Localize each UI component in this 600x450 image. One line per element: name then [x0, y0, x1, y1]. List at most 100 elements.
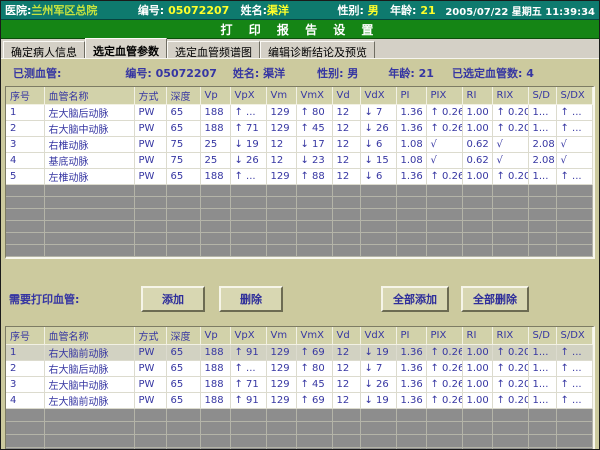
delete-button[interactable]: 删除: [219, 286, 283, 312]
table-cell: 188: [200, 105, 230, 121]
table-cell: 12: [332, 377, 360, 393]
measured-gender-value: 男: [347, 67, 358, 80]
datetime-display: 2005/07/22 星期五 11:39:34: [445, 3, 595, 18]
empty-cell: [134, 197, 166, 209]
table-cell: ↓ 15: [360, 153, 396, 169]
empty-table-row: [6, 233, 592, 245]
empty-cell: [492, 435, 528, 448]
table-row[interactable]: 5左椎动脉PW65188↑ ...129↑ 8812↓ 61.36↑ 0.261…: [6, 169, 592, 185]
empty-cell: [556, 209, 592, 221]
empty-cell: [266, 197, 296, 209]
empty-cell: [296, 422, 332, 435]
table-cell: ↓ 26: [230, 153, 266, 169]
add-all-button[interactable]: 全部添加: [381, 286, 449, 312]
table-cell: PW: [134, 393, 166, 409]
empty-cell: [556, 409, 592, 422]
empty-cell: [296, 435, 332, 448]
table-cell: ↓ 17: [296, 137, 332, 153]
column-header: S/D: [528, 87, 556, 105]
tab-vessel-spectrum[interactable]: 选定血管频谱图: [167, 41, 260, 58]
table-cell: 1.36: [396, 169, 426, 185]
tab-edit-diagnosis-preview[interactable]: 编辑诊断结论及预览: [260, 41, 375, 58]
table-cell: 129: [266, 345, 296, 361]
column-header: Vm: [266, 87, 296, 105]
table-cell: PW: [134, 105, 166, 121]
table-cell: 12: [332, 393, 360, 409]
table-row[interactable]: 4左大脑前动脉PW65188↑ 91129↑ 6912↓ 191.36↑ 0.2…: [6, 393, 592, 409]
empty-cell: [528, 233, 556, 245]
table-cell: 0.62: [462, 153, 492, 169]
empty-cell: [426, 221, 462, 233]
table-cell: 12: [266, 137, 296, 153]
titlebar: 医院: 兰州军区总院 编号: 05072207 姓名:渠洋 性别: 男 年龄: …: [1, 1, 599, 20]
empty-cell: [230, 185, 266, 197]
table-cell: ↑ ...: [230, 361, 266, 377]
empty-cell: [462, 185, 492, 197]
table-row[interactable]: 3左大脑中动脉PW65188↑ 71129↑ 4512↓ 261.36↑ 0.2…: [6, 377, 592, 393]
table-cell: 1...: [528, 169, 556, 185]
table-cell: ↑ 71: [230, 121, 266, 137]
add-button[interactable]: 添加: [141, 286, 205, 312]
table-cell: ↑ 0.20: [492, 105, 528, 121]
column-header: 深度: [166, 327, 200, 345]
empty-cell: [44, 185, 134, 197]
column-header: VpX: [230, 327, 266, 345]
table-cell: ↑ 0.26: [426, 169, 462, 185]
table-cell: √: [426, 153, 462, 169]
table-cell: 1...: [528, 393, 556, 409]
empty-cell: [6, 197, 44, 209]
empty-cell: [44, 233, 134, 245]
empty-cell: [492, 197, 528, 209]
column-header: VdX: [360, 327, 396, 345]
table-cell: 75: [166, 153, 200, 169]
table-header-row: 序号血管名称方式深度VpVpXVmVmXVdVdXPIPIXRIRIXS/DS/…: [6, 327, 592, 345]
tab-vessel-parameters[interactable]: 选定血管参数: [85, 38, 167, 58]
table-cell: 1...: [528, 361, 556, 377]
table-cell: ↑ 0.26: [426, 393, 462, 409]
table-cell: 1.36: [396, 345, 426, 361]
column-header: Vp: [200, 327, 230, 345]
empty-cell: [426, 233, 462, 245]
empty-cell: [492, 245, 528, 257]
table-row[interactable]: 2右大脑后动脉PW65188↑ ...129↑ 8012↓ 71.36↑ 0.2…: [6, 361, 592, 377]
empty-cell: [44, 422, 134, 435]
empty-cell: [426, 245, 462, 257]
table-cell: 188: [200, 169, 230, 185]
empty-cell: [396, 197, 426, 209]
empty-cell: [44, 197, 134, 209]
table-cell: 2: [6, 361, 44, 377]
column-header: S/D: [528, 327, 556, 345]
table-row[interactable]: 1右大脑前动脉PW65188↑ 91129↑ 6912↓ 191.36↑ 0.2…: [6, 345, 592, 361]
table-cell: 左大脑中动脉: [44, 377, 134, 393]
table-cell: ↓ 6: [360, 169, 396, 185]
empty-cell: [462, 422, 492, 435]
empty-cell: [332, 245, 360, 257]
empty-cell: [266, 209, 296, 221]
delete-all-button[interactable]: 全部删除: [461, 286, 529, 312]
empty-cell: [396, 209, 426, 221]
empty-cell: [492, 185, 528, 197]
table-cell: ↓ 19: [230, 137, 266, 153]
empty-cell: [426, 185, 462, 197]
empty-cell: [462, 245, 492, 257]
table-row[interactable]: 3右椎动脉PW7525↓ 1912↓ 1712↓ 61.08√0.62√2.08…: [6, 137, 592, 153]
table-cell: 1...: [528, 345, 556, 361]
table-row[interactable]: 1左大脑后动脉PW65188↑ ...129↑ 8012↓ 71.36↑ 0.2…: [6, 105, 592, 121]
table-cell: ↑ 0.26: [426, 121, 462, 137]
column-header: Vd: [332, 327, 360, 345]
column-header: PI: [396, 327, 426, 345]
table-header-row: 序号血管名称方式深度VpVpXVmVmXVdVdXPIPIXRIRIXS/DS/…: [6, 87, 592, 105]
column-header: PI: [396, 87, 426, 105]
empty-cell: [396, 185, 426, 197]
column-header: 血管名称: [44, 87, 134, 105]
tab-patient-info[interactable]: 确定病人信息: [3, 41, 85, 58]
table-cell: ↑ 0.20: [492, 377, 528, 393]
table-row[interactable]: 2右大脑中动脉PW65188↑ 71129↑ 4512↓ 261.36↑ 0.2…: [6, 121, 592, 137]
table-cell: 1.36: [396, 393, 426, 409]
empty-cell: [296, 221, 332, 233]
table-cell: 1.00: [462, 393, 492, 409]
table-cell: ↑ ...: [230, 105, 266, 121]
empty-cell: [6, 245, 44, 257]
tab-content: 已测血管: 编号: 05072207 姓名: 渠洋 性别: 男 年龄: 21 已…: [1, 59, 599, 450]
table-row[interactable]: 4基底动脉PW7525↓ 2612↓ 2312↓ 151.08√0.62√2.0…: [6, 153, 592, 169]
